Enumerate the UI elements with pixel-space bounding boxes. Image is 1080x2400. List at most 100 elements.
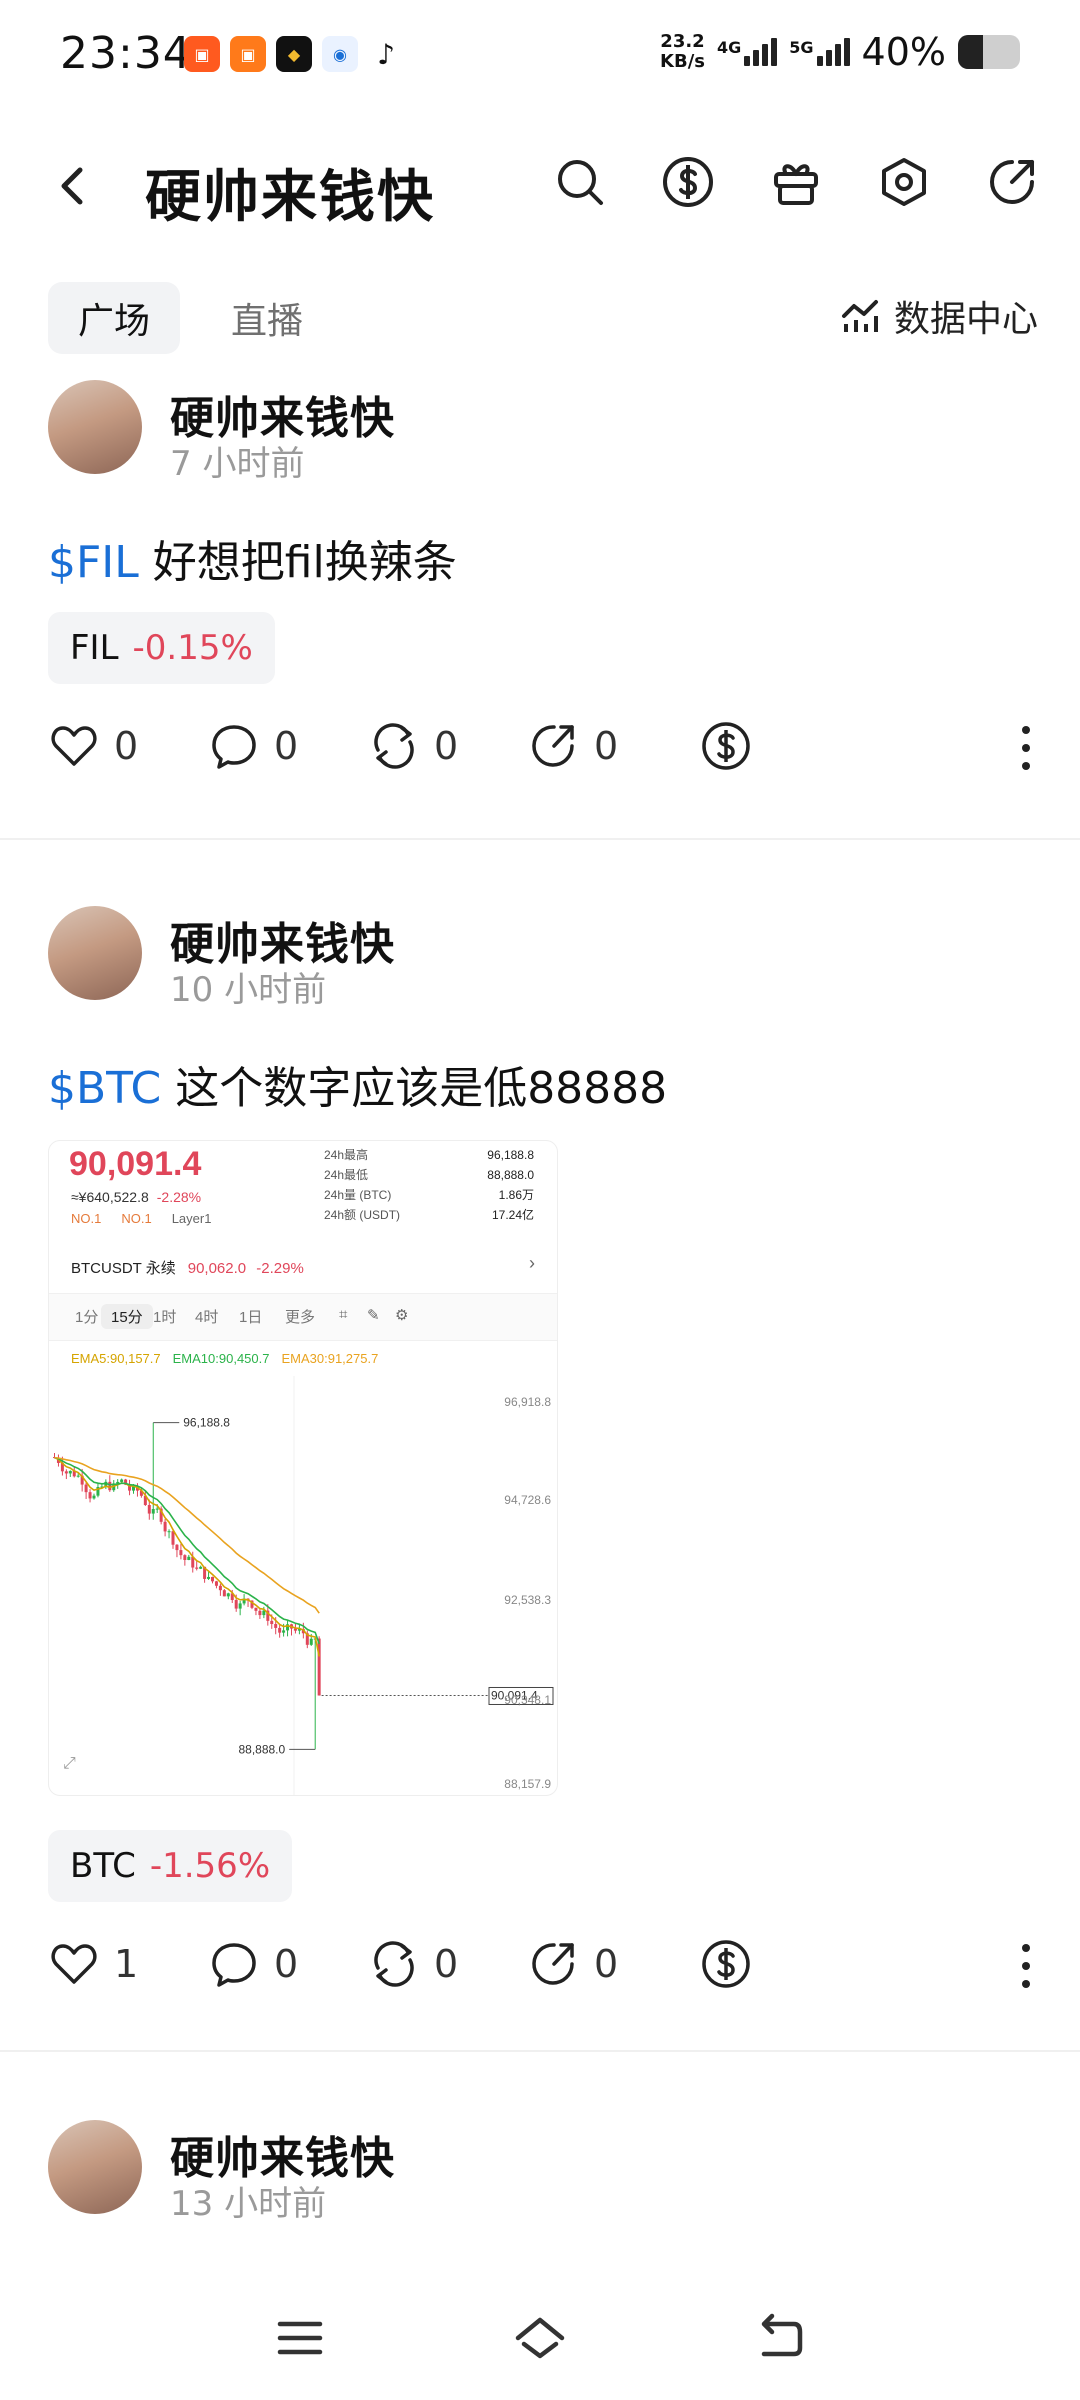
divider [0, 838, 1080, 840]
candle-body [195, 1567, 199, 1569]
chart-type-icon: ⌗ [339, 1306, 348, 1323]
chart-timeframe-bar: 1分 15分 1时 4时 1日 更多 ⌗ ✎ ⚙ [49, 1293, 557, 1341]
candle-body [155, 1508, 159, 1510]
tab-square[interactable]: 广场 [48, 282, 180, 354]
avatar[interactable] [48, 2120, 142, 2214]
candle-body [92, 1495, 96, 1499]
back-arrow-icon[interactable] [48, 158, 98, 214]
network-speed: 23.2 KB/s [660, 31, 705, 72]
chart-badges: NO.1 NO.1 Layer1 [71, 1211, 212, 1226]
avatar[interactable] [48, 906, 142, 1000]
more-options-icon[interactable] [1020, 1940, 1032, 1992]
tip-dollar-icon [702, 1940, 750, 1988]
candle-body [254, 1607, 258, 1611]
candle-body [214, 1581, 218, 1586]
header: 硬帅来钱快 [0, 130, 1080, 240]
share-button[interactable]: 0 [528, 1938, 618, 1990]
data-center-label: 数据中心 [893, 299, 1038, 340]
menu-icon[interactable] [272, 2310, 328, 2366]
post-time: 13 小时前 [170, 2184, 327, 2224]
coin-change: -0.15% [132, 628, 253, 668]
tip-button[interactable] [700, 720, 752, 772]
candle-body [199, 1566, 203, 1569]
candle-body [309, 1638, 313, 1645]
page-title: 硬帅来钱快 [145, 165, 435, 230]
chevron-right-icon: › [529, 1253, 535, 1273]
tip-dollar-icon [702, 722, 750, 770]
share-icon[interactable] [984, 154, 1040, 210]
app-notification-icon: ▣ [184, 36, 220, 72]
home-icon[interactable] [512, 2310, 568, 2366]
coin-chip[interactable]: FIL -0.15% [48, 612, 275, 684]
share-icon [532, 725, 574, 767]
candle-body [222, 1590, 226, 1597]
coin-symbol: BTC [70, 1846, 136, 1886]
chart-cny: ≈¥640,522.8 -2.28% [71, 1189, 202, 1205]
chart-stats: 24h最高 96,188.8 24h最低 88,888.0 24h量 (BTC) 1.… [324, 1148, 534, 1222]
tab-live[interactable]: 直播 [222, 282, 312, 354]
back-icon[interactable] [752, 2310, 808, 2366]
candle-body [167, 1531, 171, 1533]
divider [0, 2050, 1080, 2052]
candle-body [76, 1475, 80, 1477]
gift-icon[interactable] [768, 154, 824, 210]
coin-symbol: FIL [70, 628, 119, 668]
chart-ema-legend: EMA5:90,157.7 EMA10:90,450.7 EMA30:91,27… [71, 1351, 379, 1366]
tabs-bar: 广场 直播 数据中心 [48, 282, 1038, 358]
ema-line [54, 1456, 320, 1614]
chart-perp: BTCUSDT 永续 90,062.0 -2.29% [71, 1260, 304, 1277]
comment-icon [212, 1943, 256, 1987]
tip-dollar-icon[interactable] [660, 154, 716, 210]
avatar[interactable] [48, 380, 142, 474]
post-content: $FIL 好想把fil换辣条 [48, 537, 457, 588]
candle-body [84, 1484, 88, 1493]
status-time: 23:34 [60, 28, 192, 79]
post-actions: 0 0 0 0 [48, 720, 1038, 780]
candle-body [274, 1624, 278, 1628]
comment-button[interactable]: 0 [208, 720, 298, 772]
share-button[interactable]: 0 [528, 720, 618, 772]
data-center-link[interactable]: 数据中心 [840, 290, 1038, 342]
candle-body [317, 1638, 321, 1696]
post-image-chart[interactable]: 90,091.4 ≈¥640,522.8 -2.28% NO.1 NO.1 Lay… [48, 1140, 558, 1796]
candle-body [234, 1600, 238, 1609]
heart-icon [51, 1944, 97, 1984]
status-bar: 23:34 ▣ ▣ ◆ ◉ ♪ 23.2 KB/s 4G 5G 40% [0, 0, 1080, 110]
expand-icon[interactable]: ⤢ [63, 1755, 76, 1773]
post-time: 10 小时前 [170, 970, 327, 1010]
candle-body [147, 1505, 151, 1514]
like-button[interactable]: 0 [48, 720, 138, 772]
ticker-link[interactable]: $FIL [48, 537, 139, 588]
candle-body [270, 1620, 274, 1625]
battery-icon [958, 35, 1020, 69]
heart-icon [51, 726, 97, 766]
candle-body [183, 1555, 187, 1560]
system-nav-bar [0, 2276, 1080, 2400]
like-button[interactable]: 1 [48, 1938, 138, 1990]
repost-icon [374, 723, 414, 769]
repost-button[interactable]: 0 [368, 720, 458, 772]
candle-body [282, 1630, 286, 1633]
candle-body [64, 1471, 68, 1474]
comment-button[interactable]: 0 [208, 1938, 298, 1990]
search-icon[interactable] [552, 154, 608, 210]
tip-button[interactable] [700, 1938, 752, 1990]
app-notification-icon: ◉ [322, 36, 358, 72]
candle-body [88, 1492, 92, 1499]
coin-chip[interactable]: BTC -1.56% [48, 1830, 293, 1902]
gear-icon: ⚙ [395, 1307, 409, 1324]
settings-hexagon-icon[interactable] [876, 154, 932, 210]
candle-body [120, 1479, 124, 1482]
ticker-link[interactable]: $BTC [48, 1063, 161, 1114]
binance-icon: ◆ [276, 36, 312, 72]
candle-body [163, 1521, 167, 1532]
candle-body [238, 1603, 242, 1609]
candle-body [179, 1550, 183, 1556]
status-app-icons: ▣ ▣ ◆ ◉ ♪ [184, 36, 404, 72]
comment-icon [212, 725, 256, 769]
candle-body [187, 1556, 191, 1560]
repost-button[interactable]: 0 [368, 1938, 458, 1990]
more-options-icon[interactable] [1020, 722, 1032, 774]
post-time: 7 小时前 [170, 444, 305, 484]
chart-line-icon [841, 300, 878, 332]
